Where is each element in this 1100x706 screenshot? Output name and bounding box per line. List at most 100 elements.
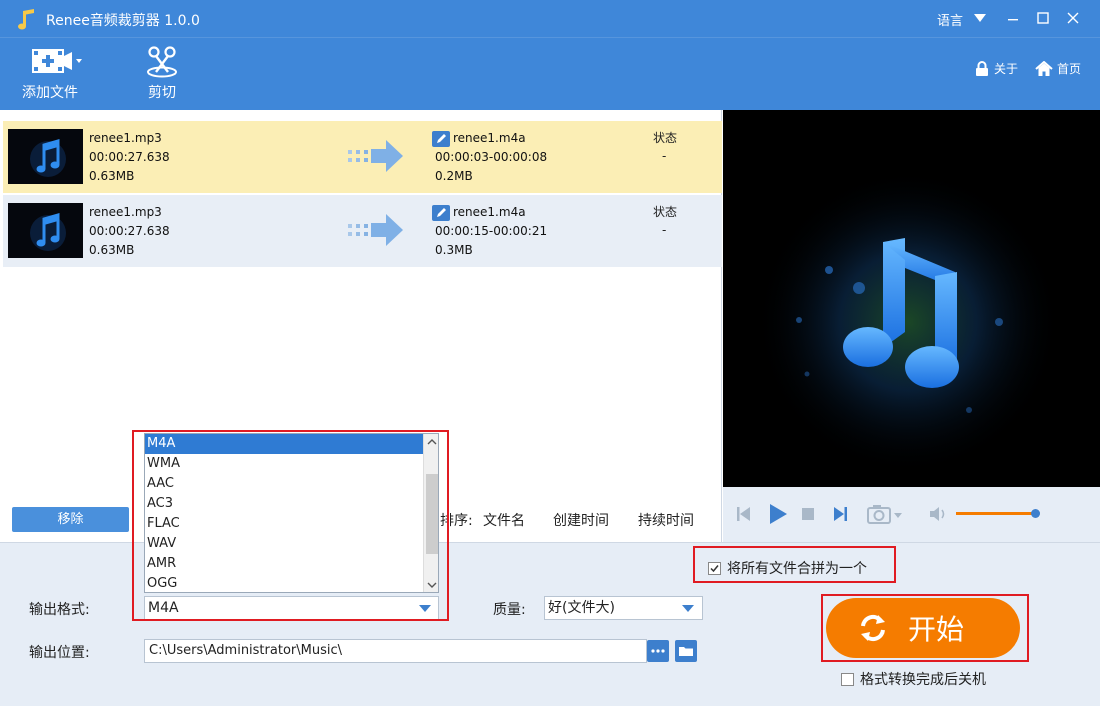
about-button[interactable]: 关于 — [975, 60, 1018, 77]
chevron-down-icon — [682, 605, 694, 612]
format-option[interactable]: AAC — [145, 474, 423, 494]
chevron-down-icon[interactable] — [974, 14, 986, 22]
format-option[interactable]: OGG — [145, 574, 423, 592]
shutdown-checkbox[interactable] — [841, 672, 854, 686]
output-range: 00:00:15-00:00:21 — [435, 224, 548, 238]
add-file-label: 添加文件 — [22, 85, 78, 101]
audio-thumbnail — [8, 203, 83, 258]
window-title: Renee音频裁剪器 1.0.0 — [46, 13, 200, 29]
home-button[interactable]: 首页 — [1035, 60, 1081, 77]
output-format-value: M4A — [148, 600, 179, 616]
about-label: 关于 — [994, 62, 1019, 76]
sort-by-filename[interactable]: 文件名 — [483, 510, 525, 530]
open-folder-button[interactable] — [675, 640, 697, 662]
output-format-label: 输出格式: — [29, 602, 90, 618]
format-option[interactable]: M4A — [145, 434, 423, 454]
browse-button[interactable] — [647, 640, 669, 662]
title-bar: Renee音频裁剪器 1.0.0 语言 添加文件 剪切 关于 首页 — [0, 0, 1100, 110]
quality-select[interactable]: 好(文件大) — [544, 596, 703, 620]
folder-icon — [679, 647, 693, 656]
chevron-down-icon — [419, 605, 431, 612]
merge-label: 将所有文件合拼为一个 — [727, 561, 867, 577]
add-file-button[interactable]: 添加文件 — [14, 44, 86, 102]
maximize-button[interactable] — [1032, 8, 1054, 30]
edit-icon[interactable] — [432, 204, 450, 221]
lock-icon — [976, 61, 988, 76]
output-filename: renee1.m4a — [453, 205, 526, 219]
home-icon — [1035, 60, 1053, 76]
status-value: - — [662, 223, 667, 237]
start-button[interactable]: 开始 — [826, 598, 1020, 658]
volume-fill — [956, 512, 1035, 515]
file-row[interactable]: renee1.mp3 00:00:27.638 0.63MB renee1.m4… — [3, 121, 722, 193]
status-label: 状态 — [653, 131, 678, 145]
format-option[interactable]: FLAC — [145, 514, 423, 534]
output-format-select[interactable]: M4A — [144, 596, 439, 620]
format-dropdown-list[interactable]: M4A WMA AAC AC3 FLAC WAV AMR OGG — [144, 433, 439, 593]
music-note-artwork-icon — [723, 110, 1100, 487]
output-size: 0.3MB — [435, 243, 473, 257]
shutdown-label: 格式转换完成后关机 — [860, 672, 986, 688]
quality-value: 好(文件大) — [548, 600, 615, 616]
home-label: 首页 — [1057, 62, 1082, 76]
volume-icon[interactable] — [928, 505, 948, 523]
remove-button[interactable]: 移除 — [12, 507, 129, 532]
scroll-down-icon[interactable] — [427, 580, 437, 590]
merge-checkbox[interactable] — [708, 561, 721, 575]
next-icon[interactable] — [831, 505, 849, 523]
start-label: 开始 — [908, 613, 965, 646]
music-note-icon — [30, 139, 66, 177]
sort-by-duration[interactable]: 持续时间 — [638, 510, 694, 530]
audio-thumbnail — [8, 129, 83, 184]
stop-icon[interactable] — [801, 507, 815, 521]
previous-icon[interactable] — [735, 505, 753, 523]
format-option[interactable]: AMR — [145, 554, 423, 574]
volume-knob[interactable] — [1030, 509, 1040, 518]
minimize-button[interactable] — [1002, 8, 1024, 30]
snapshot-camera-icon[interactable] — [866, 503, 904, 525]
quality-label: 质量: — [493, 602, 526, 618]
close-button[interactable] — [1062, 8, 1084, 30]
scissors-icon — [147, 46, 177, 78]
source-duration: 00:00:27.638 — [89, 150, 170, 164]
output-file-info: renee1.m4a 00:00:03-00:00:08 0.2MB — [432, 129, 547, 186]
output-file-info: renee1.m4a 00:00:15-00:00:21 0.3MB — [432, 203, 548, 260]
cut-button[interactable]: 剪切 — [130, 44, 194, 102]
source-file-info: renee1.mp3 00:00:27.638 0.63MB — [89, 203, 170, 260]
more-icon — [651, 649, 665, 653]
play-icon[interactable] — [767, 503, 789, 525]
edit-icon[interactable] — [432, 130, 450, 147]
output-location-field[interactable]: C:\Users\Administrator\Music\ — [144, 639, 647, 663]
preview-pane — [723, 110, 1100, 487]
music-note-logo-icon — [18, 9, 34, 30]
source-filename: renee1.mp3 — [89, 131, 162, 145]
volume-slider[interactable] — [956, 509, 1040, 518]
scroll-up-icon[interactable] — [427, 437, 437, 447]
cut-label: 剪切 — [148, 85, 176, 101]
player-controls — [723, 487, 1100, 542]
source-size: 0.63MB — [89, 169, 135, 183]
format-option[interactable]: WAV — [145, 534, 423, 554]
status-label: 状态 — [653, 205, 678, 219]
refresh-icon — [861, 614, 885, 642]
sort-by-created-time[interactable]: 创建时间 — [553, 510, 609, 530]
merge-files-option[interactable]: 将所有文件合拼为一个 — [708, 558, 867, 578]
source-duration: 00:00:27.638 — [89, 224, 170, 238]
titlebar-divider — [0, 37, 1100, 38]
source-size: 0.63MB — [89, 243, 135, 257]
language-menu[interactable]: 语言 — [937, 10, 963, 29]
source-filename: renee1.mp3 — [89, 205, 162, 219]
source-file-info: renee1.mp3 00:00:27.638 0.63MB — [89, 129, 170, 186]
format-option[interactable]: AC3 — [145, 494, 423, 514]
output-size: 0.2MB — [435, 169, 473, 183]
convert-arrow-icon — [348, 214, 403, 246]
format-option[interactable]: WMA — [145, 454, 423, 474]
shutdown-option[interactable]: 格式转换完成后关机 — [841, 669, 986, 689]
output-location-label: 输出位置: — [29, 645, 90, 661]
convert-arrow-icon — [348, 140, 403, 172]
format-list-scrollbar[interactable] — [423, 434, 438, 592]
sort-label: 排序: — [440, 513, 473, 529]
status-value: - — [662, 149, 667, 163]
file-row[interactable]: renee1.mp3 00:00:27.638 0.63MB renee1.m4… — [3, 195, 722, 267]
scrollbar-thumb[interactable] — [426, 474, 438, 554]
